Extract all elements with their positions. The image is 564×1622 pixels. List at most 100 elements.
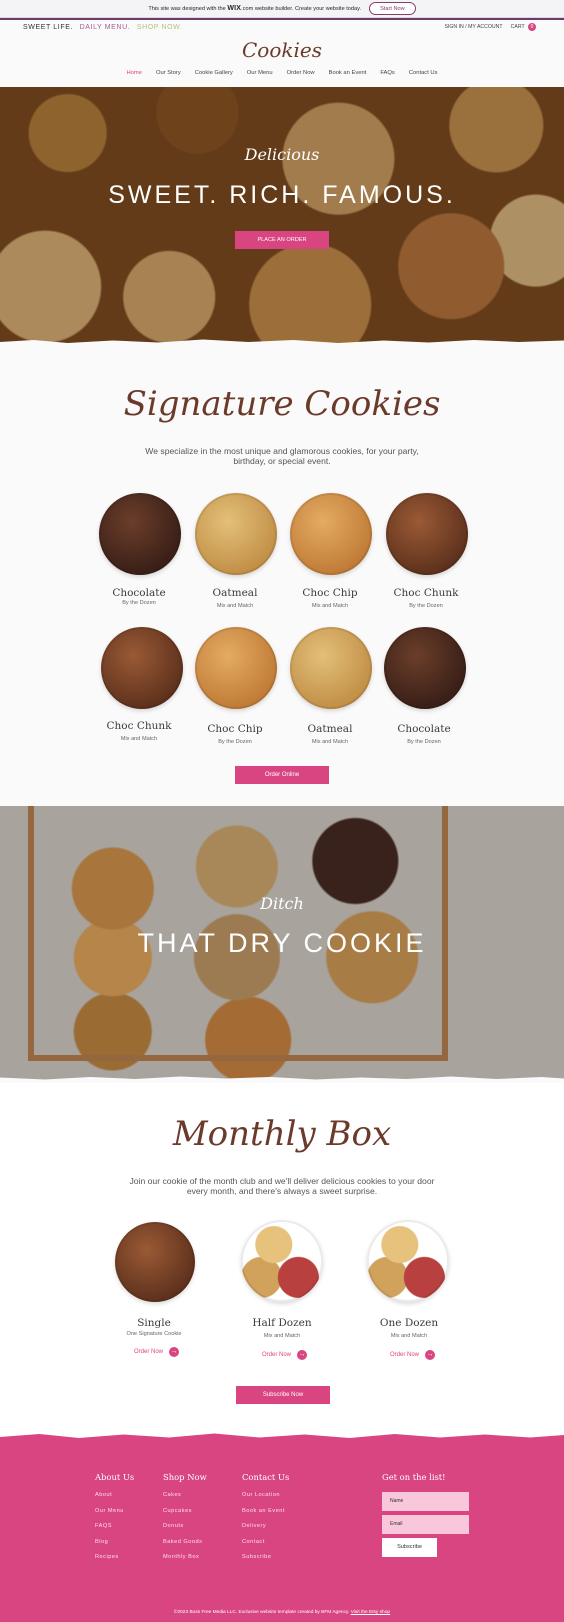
order-now-link-half-dozen[interactable]: Order Now → [262,1350,308,1360]
copyright-label: ©2023 Boss Free Media LLC. Exclusive web… [173,1610,350,1615]
header-taglines: SWEET LIFE. DAILY MENU. SHOP NOW. [23,24,183,31]
footer-link[interactable]: Our Location [242,1492,289,1508]
cookie-sub: Mix and Match [311,603,349,609]
hero-image-overlay [0,87,564,343]
copyright-text: ©2023 Boss Free Media LLC. Exclusive web… [0,1610,564,1615]
footer-about-column: About Us About Our Menu FAQS Blog Recipe… [95,1472,134,1570]
cookie-name: Choc Chip [207,723,263,735]
tagline-daily-menu[interactable]: DAILY MENU. [80,24,131,31]
footer-link[interactable]: Subscribe [242,1554,289,1570]
cart-count-badge: 0 [528,23,536,31]
footer-link[interactable]: Contact [242,1539,289,1555]
newsletter-subscribe-button[interactable]: Subscribe [382,1538,437,1557]
cookie-sub: Mix and Match [120,736,158,742]
footer-contact-column: Contact Us Our Location Book an Event De… [242,1472,289,1570]
nav-cookie-gallery[interactable]: Cookie Gallery [195,70,233,76]
cart-label: CART [510,24,525,30]
etsy-shop-link[interactable]: Visit the Etsy shop [351,1610,390,1615]
tagline-sweet-life: SWEET LIFE. [23,24,74,31]
wix-banner-text: This site was designed with the WIX.com … [148,5,361,12]
monthly-image-one-dozen[interactable] [367,1220,449,1302]
nav-order-now[interactable]: Order Now [287,70,315,76]
nav-contact-us[interactable]: Contact Us [409,70,438,76]
order-online-button[interactable]: Order Online [235,766,329,784]
arrow-right-icon: → [425,1350,436,1360]
footer-link[interactable]: Book an Event [242,1508,289,1524]
monthly-title: Monthly Box [172,1114,392,1154]
monthly-image-half-dozen[interactable] [241,1220,323,1302]
footer-shop-title: Shop Now [163,1472,207,1482]
nav-faqs[interactable]: FAQs [380,70,395,76]
footer-link[interactable]: Cupcakes [163,1508,207,1524]
monthly-item-name: Single [137,1317,171,1329]
footer-link[interactable]: Blog [95,1539,134,1555]
monthly-item-name: One Dozen [379,1317,439,1329]
cookie-image-oatmeal[interactable] [195,493,277,575]
cookie-sub: Mix and Match [216,603,254,609]
tagline-shop-now[interactable]: SHOP NOW. [137,24,183,31]
cookie-name: Oatmeal [212,587,258,599]
order-now-label: Order Now [390,1352,420,1358]
cookie-sub: By the Dozen [122,600,156,606]
newsletter-name-field[interactable]: Name [382,1492,469,1511]
signature-description: We specialize in the most unique and gla… [145,446,419,466]
footer-link[interactable]: FAQS [95,1523,134,1539]
footer-link[interactable]: Baked Goods [163,1539,207,1555]
cookie-sub: By the Dozen [407,739,441,745]
site-logo[interactable]: Cookies [0,38,564,62]
nav-book-event[interactable]: Book an Event [329,70,367,76]
footer-link[interactable]: Cakes [163,1492,207,1508]
cookie-image-oatmeal[interactable] [290,627,372,709]
sign-in-link[interactable]: SIGN IN / MY ACCOUNT [444,24,502,30]
cookie-sub: By the Dozen [218,739,252,745]
account-area: SIGN IN / MY ACCOUNT CART 0 [444,23,536,31]
footer-link[interactable]: Our Menu [95,1508,134,1524]
site-header: SWEET LIFE. DAILY MENU. SHOP NOW. SIGN I… [0,20,564,87]
box-banner-kicker: Ditch [260,894,304,913]
monthly-description: Join our cookie of the month club and we… [129,1176,435,1196]
monthly-image-single[interactable] [115,1222,195,1302]
newsletter-title: Get on the list! [382,1472,446,1482]
cookie-name: Choc Chip [302,587,358,599]
cookie-name: Choc Chunk [106,720,172,732]
place-order-button[interactable]: PLACE AN ORDER [235,231,329,249]
cookie-image-choc-chip[interactable] [290,493,372,575]
cart-button[interactable]: CART 0 [511,23,536,31]
nav-our-story[interactable]: Our Story [156,70,181,76]
hero-banner: Delicious SWEET. RICH. FAMOUS. PLACE AN … [0,87,564,343]
cookie-sub: By the Dozen [409,603,443,609]
footer-link[interactable]: Delivery [242,1523,289,1539]
cookie-image-chocolate[interactable] [99,493,181,575]
footer-link[interactable]: About [95,1492,134,1508]
monthly-item-name: Half Dozen [252,1317,312,1329]
wix-banner-text-after: .com website builder. Create your websit… [241,6,362,12]
cookie-sub: Mix and Match [311,739,349,745]
wix-logo: WIX [227,5,242,12]
order-now-label: Order Now [134,1349,164,1355]
order-now-link-single[interactable]: Order Now → [134,1347,180,1357]
cookie-box-banner: Ditch THAT DRY COOKIE [0,806,564,1081]
footer-shop-column: Shop Now Cakes Cupcakes Donuts Baked Goo… [163,1472,207,1570]
cookie-image-choc-chunk[interactable] [386,493,468,575]
cookie-image-choc-chunk[interactable] [101,627,183,709]
monthly-item-sub: One Signature Cookie [126,1331,182,1337]
nav-home[interactable]: Home [126,70,141,76]
wix-banner-text-before: This site was designed with the [148,6,226,12]
main-nav: Home Our Story Cookie Gallery Our Menu O… [0,70,564,76]
footer-link[interactable]: Donuts [163,1523,207,1539]
subscribe-now-button[interactable]: Subscribe Now [236,1386,330,1404]
box-banner-title: THAT DRY COOKIE [137,928,427,958]
hero-title: SWEET. RICH. FAMOUS. [108,181,456,209]
cookie-name: Choc Chunk [393,587,459,599]
newsletter-email-field[interactable]: Email [382,1515,469,1534]
nav-our-menu[interactable]: Our Menu [247,70,273,76]
order-now-link-one-dozen[interactable]: Order Now → [390,1350,436,1360]
arrow-right-icon: → [297,1350,308,1360]
cookie-image-choc-chip[interactable] [195,627,277,709]
start-now-button[interactable]: Start Now [369,2,416,15]
footer-link[interactable]: Recipes [95,1554,134,1570]
footer-link[interactable]: Monthly Box [163,1554,207,1570]
wix-promo-banner: This site was designed with the WIX.com … [0,0,564,18]
order-now-label: Order Now [262,1352,292,1358]
cookie-image-chocolate[interactable] [384,627,466,709]
